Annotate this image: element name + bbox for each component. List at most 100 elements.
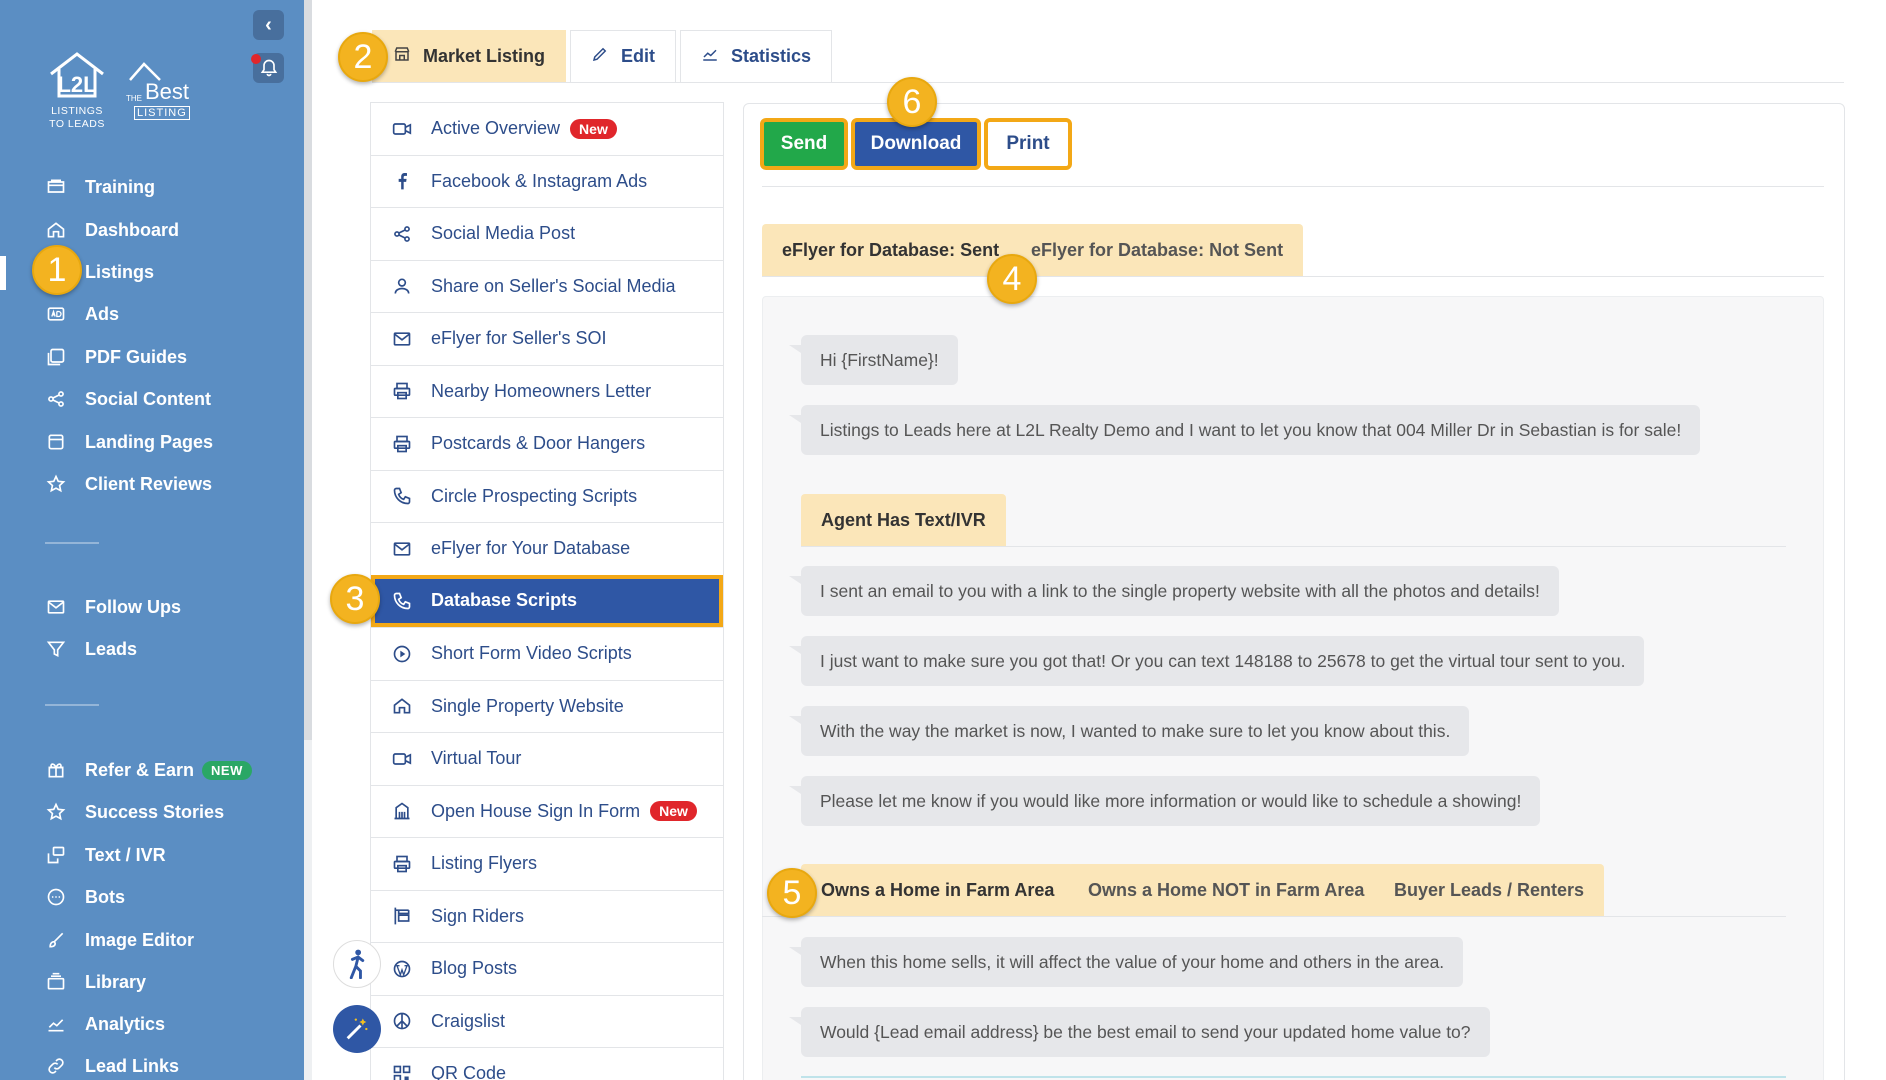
tab-agent-has-text-ivr[interactable]: Agent Has Text/IVR [801,494,1006,546]
menu-item-craigslist[interactable]: Craigslist [371,994,723,1048]
pdf-icon [45,346,67,368]
menu-item-label: Postcards & Door Hangers [431,433,646,454]
magic-wand-button[interactable] [333,1005,381,1053]
new-badge: NEW [202,760,252,780]
mail-icon [391,539,413,559]
video-icon [391,749,413,769]
phone-icon [391,486,413,506]
menu-item-sign-riders[interactable]: Sign Riders [371,889,723,943]
menu-item-database-scripts[interactable]: Database Scripts [371,574,723,627]
sidebar-item-label: Social Content [85,388,212,409]
home-icon [391,696,413,716]
sidebar-item-lead-links[interactable]: Lead Links [45,1051,179,1080]
accessibility-button[interactable] [333,940,381,988]
l2l-logo[interactable]: L2L LISTINGS TO LEADS [40,50,114,130]
menu-item-label: Single Property Website [431,695,624,716]
tab-eflyer-not-sent[interactable]: eFlyer for Database: Not Sent [1011,224,1304,276]
menu-item-active-overview[interactable]: Active Overview New [371,102,723,155]
tab-buyer-leads-renters[interactable]: Buyer Leads / Renters [1374,864,1605,916]
sidebar-item-label: Library [85,971,147,992]
menu-item-postcards-door-hangers[interactable]: Postcards & Door Hangers [371,417,723,470]
video-icon [391,119,413,139]
sidebar-item-ads[interactable]: Ads [45,299,119,329]
new-badge: New [570,118,617,139]
menu-item-label: Open House Sign In Form [431,800,641,821]
sidebar-item-follow-ups[interactable]: Follow Ups [45,592,181,622]
sidebar-item-dashboard[interactable]: Dashboard [45,215,179,245]
training-icon [45,176,67,198]
tab-edit[interactable]: Edit [570,30,677,82]
send-button[interactable]: Send [760,118,848,170]
menu-item-open-house-sign-in-form[interactable]: Open House Sign In Form New [371,784,723,838]
sidebar-item-social-content[interactable]: Social Content [45,384,211,414]
the-best-listing-logo[interactable]: THE Best LISTING [126,60,196,121]
sidebar-item-library[interactable]: Library [45,967,146,997]
wordpress-icon [391,959,413,979]
menu-item-label: Active Overview [431,118,561,139]
logo2-the: THE [126,94,142,103]
tab-owns-home-not-farm-area[interactable]: Owns a Home NOT in Farm Area [1068,864,1385,916]
divider [801,546,1786,547]
sidebar-item-client-reviews[interactable]: Client Reviews [45,469,212,499]
ad-icon [45,303,67,325]
sidebar-item-text-ivr[interactable]: Text / IVR [45,840,166,870]
print-button[interactable]: Print [984,118,1072,170]
menu-item-single-property-website[interactable]: Single Property Website [371,679,723,733]
menu-item-facebook-instagram-ads[interactable]: Facebook & Instagram Ads [371,154,723,208]
sidebar-item-success-stories[interactable]: Success Stories [45,797,224,827]
sidebar-item-label: Analytics [85,1013,166,1034]
building-icon [391,801,413,821]
sidebar-scrollbar-track[interactable] [304,0,312,740]
chat-icon [45,886,67,908]
menu-item-short-form-video-scripts[interactable]: Short Form Video Scripts [371,627,723,680]
menu-item-qr-code[interactable]: QR Code [371,1047,723,1080]
filter-icon [45,638,67,660]
logo2-best: Best [145,79,190,104]
sidebar-item-landing-pages[interactable]: Landing Pages [45,427,213,457]
menu-item-listing-flyers[interactable]: Listing Flyers [371,837,723,890]
menu-item-blog-posts[interactable]: Blog Posts [371,942,723,995]
sidebar-item-pdf-guides[interactable]: PDF Guides [45,342,187,372]
tab-statistics[interactable]: Statistics [680,30,833,82]
logo2-listing: LISTING [134,106,190,120]
sidebar-item-leads[interactable]: Leads [45,634,137,664]
tabs-divider [372,82,1844,83]
tab-owns-home-farm-area[interactable]: Owns a Home in Farm Area [801,864,1075,916]
sidebar-item-refer-earn[interactable]: Refer & Earn NEW [45,755,252,785]
house-logo-icon: L2L [50,52,104,98]
menu-item-label: Listing Flyers [431,853,538,874]
svg-text:L2L: L2L [57,72,96,97]
printer-icon [391,854,413,874]
notification-dot [251,54,261,64]
sidebar-item-bots[interactable]: Bots [45,882,125,912]
printer-icon [391,434,413,454]
chevron-left-icon: ‹ [265,13,272,36]
step-badge-5: 5 [767,868,817,918]
sidebar-item-analytics[interactable]: Analytics [45,1009,165,1039]
step-badge-2: 2 [338,32,388,82]
menu-item-eflyer-for-seller-s-soi[interactable]: eFlyer for Seller's SOI [371,312,723,365]
tab-label: Statistics [731,46,812,66]
menu-item-circle-prospecting-scripts[interactable]: Circle Prospecting Scripts [371,469,723,523]
menu-item-share-on-seller-s-social-media[interactable]: Share on Seller's Social Media [371,259,723,313]
sidebar-item-training[interactable]: Training [45,172,155,202]
sidebar-item-label: Training [85,176,156,197]
tab-market-listing[interactable]: Market Listing [372,30,567,82]
menu-item-nearby-homeowners-letter[interactable]: Nearby Homeowners Letter [371,364,723,418]
menu-item-virtual-tour[interactable]: Virtual Tour [371,732,723,785]
store-icon [393,45,411,68]
tab-label: Market Listing [423,46,546,66]
sidebar-item-label: Refer & Earn [85,759,195,780]
sidebar-item-label: Dashboard [85,219,180,240]
sidebar-divider [45,704,99,706]
sidebar-item-image-editor[interactable]: Image Editor [45,925,194,955]
sidebar-item-label: PDF Guides [85,346,188,367]
menu-item-social-media-post[interactable]: Social Media Post [371,207,723,260]
sidebar-item-label: Client Reviews [85,473,213,494]
chat-bubble: Listings to Leads here at L2L Realty Dem… [788,405,1701,455]
chat-bubble: I just want to make sure you got that! O… [788,636,1645,686]
tab-eflyer-sent[interactable]: eFlyer for Database: Sent [762,224,1020,276]
menu-item-label: Database Scripts [431,590,578,611]
collapse-sidebar-button[interactable]: ‹ [253,10,284,40]
menu-item-eflyer-for-your-database[interactable]: eFlyer for Your Database [371,522,723,575]
